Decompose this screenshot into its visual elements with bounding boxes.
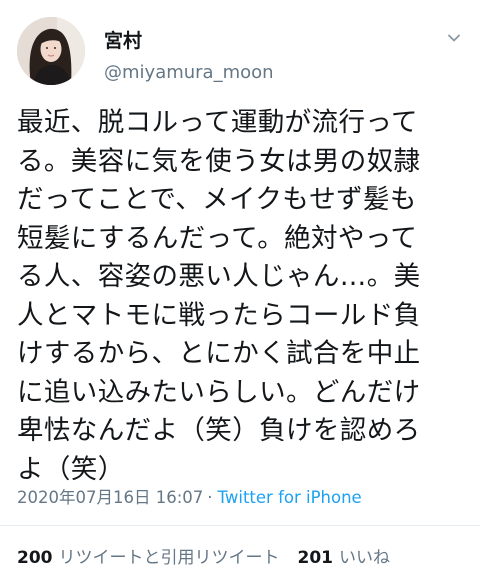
retweets-stat[interactable]: 200 リツイートと引用リツイート [17,548,280,568]
tweet-text-line: 人とマトモに戦ったらコールド負 [17,299,421,331]
tweet-text-line: けするから、とにかく試合を中止 [17,338,421,369]
tweet-text-line: 短髪にするんだって。絶対やって [17,222,418,254]
chevron-down-icon[interactable] [446,30,462,46]
tweet-meta: 2020年07月16日 16:07 · Twitter for iPhone [17,484,362,508]
tweet-text-line: る。美容に気を使う女は男の奴隷 [17,145,421,177]
tweet-text-line: る人、容姿の悪い人じゃん…。美 [17,261,421,292]
tweet-text-line: 最近、脱コルって運動が流行って [17,107,418,138]
tweet-text: 最近、脱コルって運動が流行って る。美容に気を使う女は男の奴隷 だってことで、メ… [17,104,469,489]
timestamp[interactable]: 2020年07月16日 16:07 [17,488,203,507]
author-name[interactable]: 宮村 [104,26,142,53]
tweet-stats: 200 リツイートと引用リツイート 201 いいね [17,543,390,568]
retweets-label: リツイートと引用リツイート [58,548,280,568]
likes-label: いいね [339,548,390,568]
retweets-count: 200 [17,548,53,568]
avatar-image [17,17,85,85]
tweet-text-line: 卑怯なんだよ（笑）負けを認めろ [17,415,421,446]
tweet-text-line: だってことで、メイクもせず髪も [17,184,417,215]
likes-count: 201 [297,548,334,568]
avatar[interactable] [17,17,85,85]
meta-separator: · [207,488,213,507]
source-link[interactable]: Twitter for iPhone [218,488,362,507]
divider [0,525,480,526]
likes-stat[interactable]: 201 いいね [298,548,391,568]
author-handle[interactable]: @miyamura_moon [104,62,274,83]
tweet-text-line: に追い込みたいらしい。どんだけ [17,376,421,408]
